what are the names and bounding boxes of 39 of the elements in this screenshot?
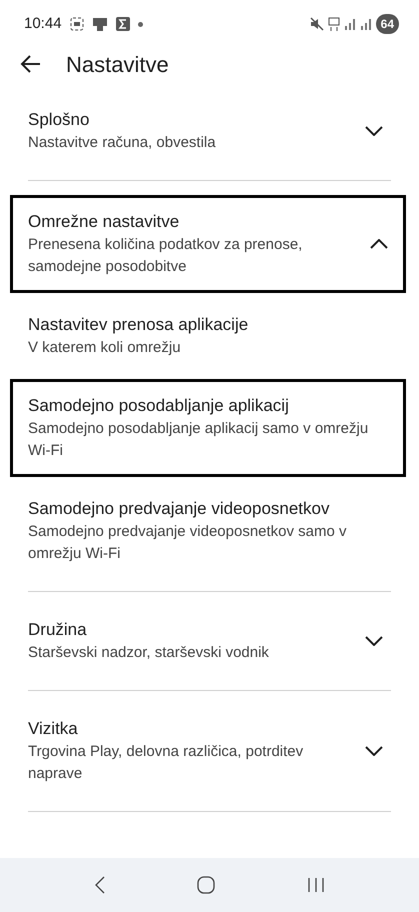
- settings-item[interactable]: Družina Starševski nadzor, starševski vodnik: [0, 606, 407, 676]
- item-subtitle: Prenesena količina podatkov za prenose, samodejne posodobitve: [28, 235, 304, 277]
- item-title: Omrežne nastavitve: [28, 211, 180, 233]
- recents-nav-icon[interactable]: [307, 877, 326, 893]
- item-title: Samodejno posodabljanje aplikacij: [28, 395, 290, 417]
- item-title: Nastavitev prenosa aplikacije: [28, 314, 248, 336]
- item-subtitle: Samodejno posodabljanje aplikacij samo v omrežju Wi-Fi: [28, 419, 370, 461]
- chevron-down-icon: [365, 636, 383, 646]
- page-title: Nastavitve: [66, 50, 169, 78]
- settings-item[interactable]: Nastavitev prenosa aplikacije V katerem koli omrežju: [0, 301, 407, 371]
- battery-level: 64: [376, 14, 399, 34]
- chevron-down-icon: [365, 746, 383, 756]
- signal-icon: [344, 18, 356, 30]
- chevron-up-icon: [370, 239, 388, 249]
- back-nav-icon[interactable]: [94, 876, 106, 894]
- item-subtitle: V katerem koli omrežju: [28, 338, 182, 358]
- screenshot-icon: [70, 17, 84, 31]
- status-time: 10:44: [24, 14, 62, 34]
- item-title: Vizitka: [28, 718, 79, 740]
- settings-item[interactable]: Samodejno posodabljanje aplikacij Samodejno posodabljanje aplikacij samo v omrežju Wi-Fi: [10, 379, 406, 477]
- item-title: Splošno: [28, 109, 90, 131]
- item-subtitle: Starševski nadzor, starševski vodnik: [28, 643, 269, 663]
- settings-item[interactable]: Splošno Nastavitve računa, obvestila: [0, 96, 407, 166]
- item-subtitle: Samodejno predvajanje videoposnetkov samo v omrežju Wi-Fi: [28, 522, 348, 564]
- settings-item[interactable]: Samodejno predvajanje videoposnetkov Samodejno predvajanje videoposnetkov samo v omrežju Wi-Fi: [0, 485, 407, 577]
- settings-item[interactable]: Omrežne nastavitve Prenesena količina podatkov za prenose, samodejne posodobitve: [10, 195, 406, 293]
- device-icon: [92, 17, 108, 31]
- dot-icon: [138, 22, 143, 26]
- settings-item[interactable]: Vizitka Trgovina Play, delovna različica, potrditev naprave: [0, 705, 407, 797]
- item-subtitle: Trgovina Play, delovna različica, potrditev naprave: [28, 742, 304, 784]
- item-subtitle: Nastavitve računa, obvestila: [28, 133, 216, 153]
- item-title: Družina: [28, 619, 88, 641]
- home-nav-icon[interactable]: [197, 876, 216, 894]
- signal-icon: [360, 18, 372, 30]
- chevron-down-icon: [365, 126, 383, 136]
- back-arrow-icon[interactable]: [20, 53, 42, 75]
- mute-icon: [310, 17, 324, 31]
- item-title: Samodejno predvajanje videoposnetkov: [28, 498, 330, 520]
- sigma-icon: [116, 17, 130, 31]
